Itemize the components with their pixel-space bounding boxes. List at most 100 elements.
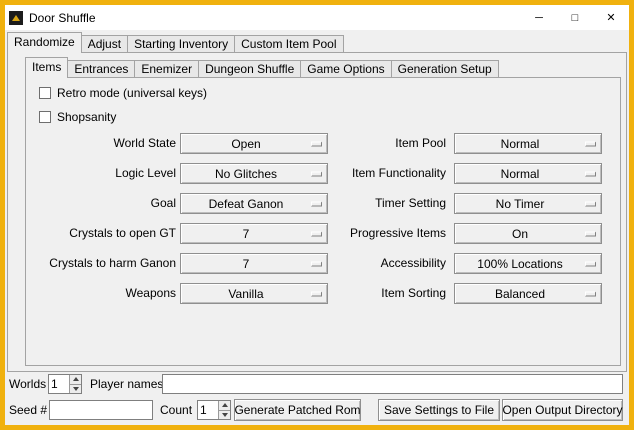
menu-indicator-icon [585, 261, 596, 266]
seed-label: Seed # [9, 399, 47, 421]
count-spinbox [197, 400, 231, 420]
arrow-down-icon [222, 413, 228, 417]
menu-indicator-icon [585, 171, 596, 176]
window-controls: ─ □ ✕ [521, 5, 629, 30]
menu-indicator-icon [585, 291, 596, 296]
item-pool-value: Normal [501, 137, 540, 151]
player-names-input[interactable] [162, 374, 623, 394]
count-spin-down[interactable] [219, 410, 230, 420]
tab-generation-setup[interactable]: Generation Setup [391, 60, 499, 78]
item-pool-menu[interactable]: Normal [454, 133, 602, 154]
player-names-label: Player names [90, 374, 163, 394]
arrow-up-icon [73, 377, 79, 381]
tab-custom-item-pool[interactable]: Custom Item Pool [234, 35, 343, 53]
title-bar: Door Shuffle ─ □ ✕ [5, 5, 629, 30]
weapons-value: Vanilla [228, 287, 263, 301]
worlds-spin-arrows [69, 375, 81, 393]
world-state-menu[interactable]: Open [180, 133, 328, 154]
retro-mode-label: Retro mode (universal keys) [57, 86, 207, 100]
main-tab-bar: Randomize Adjust Starting Inventory Cust… [7, 32, 343, 53]
menu-indicator-icon [311, 201, 322, 206]
app-window: Door Shuffle ─ □ ✕ Randomize Adjust Star… [0, 0, 634, 430]
shopsanity-checkbox[interactable] [39, 111, 51, 123]
item-sorting-menu[interactable]: Balanced [454, 283, 602, 304]
close-button[interactable]: ✕ [593, 5, 629, 30]
progressive-items-value: On [512, 227, 528, 241]
minimize-button[interactable]: ─ [521, 5, 557, 30]
item-functionality-value: Normal [501, 167, 540, 181]
worlds-spinbox [48, 374, 82, 394]
goal-value: Defeat Ganon [209, 197, 284, 211]
crystals-ganon-menu[interactable]: 7 [180, 253, 328, 274]
goal-label: Goal [36, 193, 176, 214]
count-input[interactable] [198, 401, 218, 419]
goal-menu[interactable]: Defeat Ganon [180, 193, 328, 214]
item-functionality-label: Item Functionality [331, 163, 446, 184]
maximize-icon: □ [572, 12, 579, 24]
crystals-gt-value: 7 [243, 227, 250, 241]
tab-dungeon-shuffle[interactable]: Dungeon Shuffle [198, 60, 301, 78]
crystals-ganon-value: 7 [243, 257, 250, 271]
menu-indicator-icon [585, 201, 596, 206]
worlds-input[interactable] [49, 375, 69, 393]
accessibility-menu[interactable]: 100% Locations [454, 253, 602, 274]
app-icon [9, 11, 23, 25]
item-sorting-label: Item Sorting [331, 283, 446, 304]
menu-indicator-icon [311, 231, 322, 236]
item-functionality-menu[interactable]: Normal [454, 163, 602, 184]
worlds-label: Worlds [9, 374, 46, 394]
items-pane: Retro mode (universal keys) Shopsanity W… [25, 77, 621, 366]
weapons-menu[interactable]: Vanilla [180, 283, 328, 304]
tab-entrances[interactable]: Entrances [67, 60, 135, 78]
menu-indicator-icon [311, 171, 322, 176]
shopsanity-label: Shopsanity [57, 110, 116, 124]
tab-starting-inventory[interactable]: Starting Inventory [127, 35, 235, 53]
accessibility-label: Accessibility [331, 253, 446, 274]
tab-randomize[interactable]: Randomize [7, 32, 82, 53]
shopsanity-row: Shopsanity [39, 109, 116, 125]
count-spin-arrows [218, 401, 230, 419]
item-pool-label: Item Pool [331, 133, 446, 154]
item-sorting-value: Balanced [495, 287, 545, 301]
progressive-items-menu[interactable]: On [454, 223, 602, 244]
retro-mode-checkbox[interactable] [39, 87, 51, 99]
worlds-row: Worlds Player names [5, 374, 629, 394]
tab-adjust[interactable]: Adjust [81, 35, 128, 53]
accessibility-value: 100% Locations [477, 257, 562, 271]
minimize-icon: ─ [535, 12, 543, 24]
menu-indicator-icon [311, 141, 322, 146]
tab-items[interactable]: Items [25, 57, 68, 78]
open-output-button[interactable]: Open Output Directory [502, 399, 623, 421]
menu-indicator-icon [585, 141, 596, 146]
timer-setting-menu[interactable]: No Timer [454, 193, 602, 214]
window-title: Door Shuffle [29, 11, 96, 25]
worlds-spin-up[interactable] [70, 375, 81, 384]
crystals-ganon-label: Crystals to harm Ganon [36, 253, 176, 274]
progressive-items-label: Progressive Items [331, 223, 446, 244]
logic-level-label: Logic Level [36, 163, 176, 184]
tab-game-options[interactable]: Game Options [300, 60, 391, 78]
tab-enemizer[interactable]: Enemizer [134, 60, 199, 78]
menu-indicator-icon [311, 261, 322, 266]
retro-mode-row: Retro mode (universal keys) [39, 85, 207, 101]
seed-input[interactable] [49, 400, 153, 420]
timer-setting-label: Timer Setting [331, 193, 446, 214]
save-settings-button[interactable]: Save Settings to File [378, 399, 500, 421]
worlds-spin-down[interactable] [70, 384, 81, 394]
crystals-gt-menu[interactable]: 7 [180, 223, 328, 244]
sub-tab-bar: Items Entrances Enemizer Dungeon Shuffle… [25, 57, 498, 78]
seed-row: Seed # Count Generate Patched Rom Save S… [5, 399, 629, 421]
arrow-up-icon [222, 403, 228, 407]
timer-setting-value: No Timer [496, 197, 545, 211]
maximize-button[interactable]: □ [557, 5, 593, 30]
logic-level-menu[interactable]: No Glitches [180, 163, 328, 184]
close-icon: ✕ [606, 11, 615, 24]
arrow-down-icon [73, 387, 79, 391]
generate-rom-button[interactable]: Generate Patched Rom [234, 399, 361, 421]
menu-indicator-icon [311, 291, 322, 296]
world-state-label: World State [36, 133, 176, 154]
logic-level-value: No Glitches [215, 167, 277, 181]
count-spin-up[interactable] [219, 401, 230, 410]
world-state-value: Open [231, 137, 260, 151]
weapons-label: Weapons [36, 283, 176, 304]
